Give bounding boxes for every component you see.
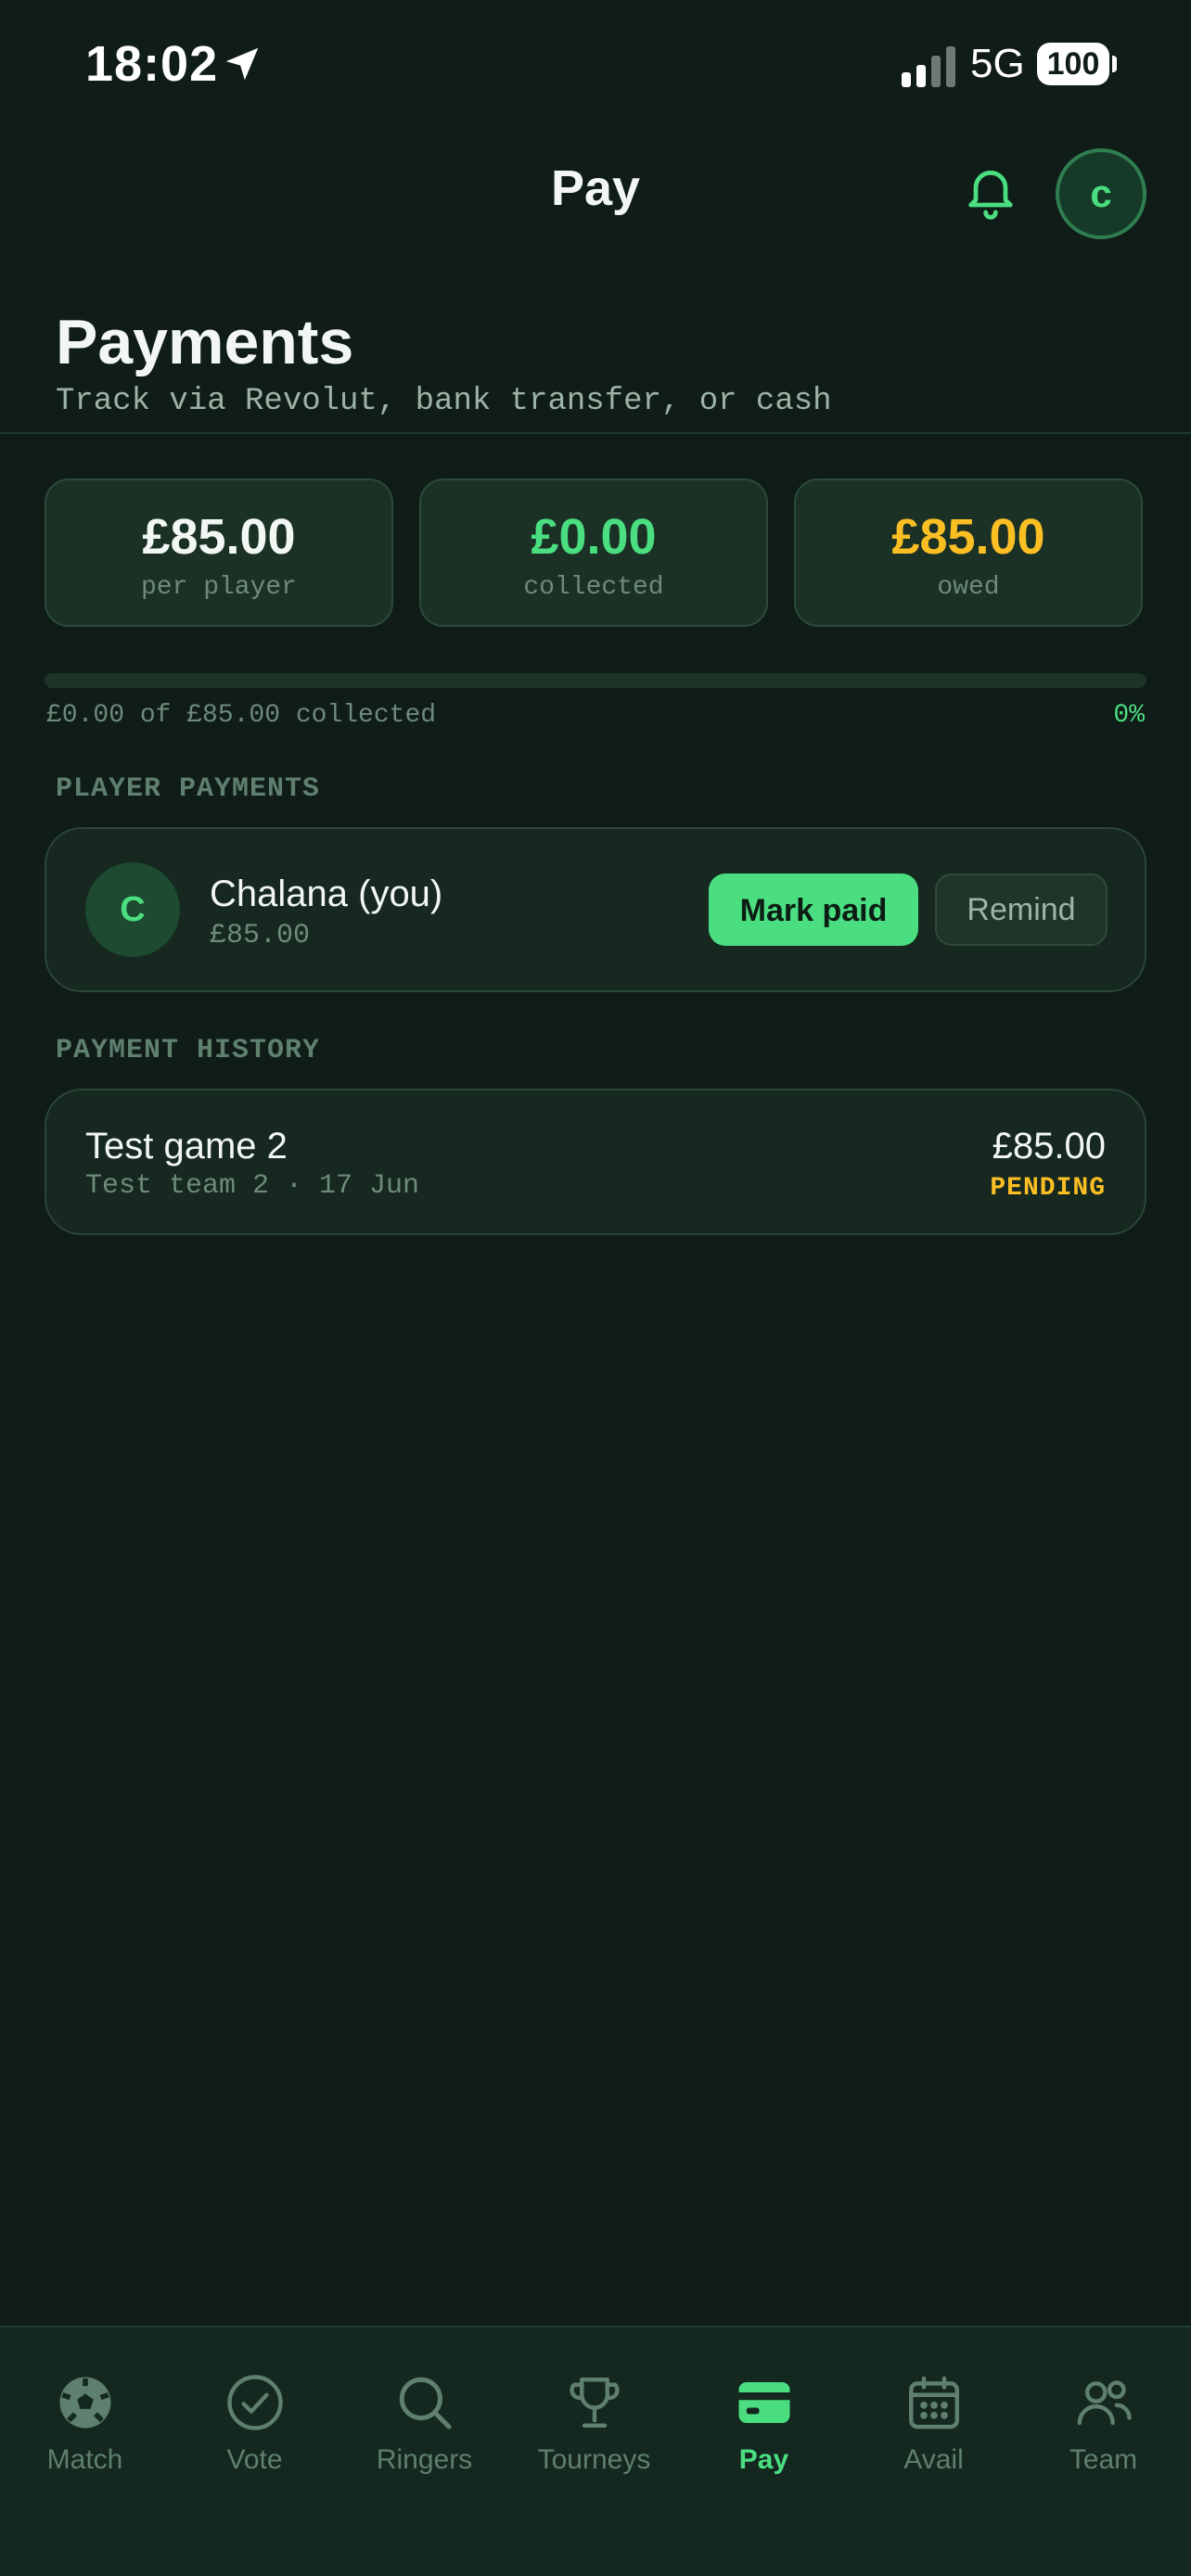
section-label-player-payments: PLAYER PAYMENTS xyxy=(56,773,321,805)
nav-label: Ringers xyxy=(376,2444,473,2475)
history-status-badge: PENDING xyxy=(990,1174,1106,1203)
stat-label: owed xyxy=(937,573,1000,602)
player-name: Chalana (you) xyxy=(210,874,443,914)
progress-text: £0.00 of £85.00 collected xyxy=(46,701,437,730)
stat-card-owed: £85.00 owed xyxy=(794,478,1143,627)
nav-label: Avail xyxy=(903,2444,964,2475)
history-title: Test game 2 xyxy=(85,1126,288,1167)
bottom-nav: Match Vote Ringers Tourneys Pay Avail Te… xyxy=(0,2326,1191,2576)
stat-card-collected: £0.00 collected xyxy=(419,478,768,627)
page-title: Payments xyxy=(56,307,354,377)
signal-icon xyxy=(902,46,955,87)
battery-nub xyxy=(1112,56,1117,72)
trophy-icon xyxy=(569,2378,620,2428)
history-subtitle: Test team 2 · 17 Jun xyxy=(85,1170,420,1202)
nav-label: Match xyxy=(46,2444,123,2475)
player-avatar: C xyxy=(85,862,180,957)
nav-item-match[interactable]: Match xyxy=(0,2372,170,2476)
nav-label: Team xyxy=(1069,2444,1138,2475)
stat-label: collected xyxy=(523,573,664,602)
credit-card-icon xyxy=(738,2382,789,2423)
stat-value: £85.00 xyxy=(142,509,296,565)
nav-item-avail[interactable]: Avail xyxy=(849,2372,1018,2476)
nav-item-pay[interactable]: Pay xyxy=(679,2372,849,2476)
stat-card-per-player: £85.00 per player xyxy=(45,478,393,627)
section-label-payment-history: PAYMENT HISTORY xyxy=(56,1035,321,1066)
network-label: 5G xyxy=(970,41,1025,86)
battery-indicator: 100 xyxy=(1037,43,1109,85)
nav-item-tourneys[interactable]: Tourneys xyxy=(509,2372,679,2476)
header-divider xyxy=(0,432,1191,434)
stat-value: £0.00 xyxy=(531,509,657,565)
collection-progress-bar xyxy=(45,673,1146,688)
search-icon xyxy=(399,2377,452,2429)
progress-percent: 0% xyxy=(1113,701,1145,730)
nav-label: Tourneys xyxy=(537,2444,651,2475)
mark-paid-button[interactable]: Mark paid xyxy=(709,874,918,946)
nav-label: Pay xyxy=(738,2444,789,2475)
player-amount: £85.00 xyxy=(210,920,311,951)
soccer-ball-icon xyxy=(59,2377,110,2429)
stat-label: per player xyxy=(140,573,298,602)
header-avatar[interactable]: c xyxy=(1056,148,1146,239)
users-icon xyxy=(1077,2380,1132,2426)
bell-icon[interactable] xyxy=(961,159,1020,221)
location-arrow-icon xyxy=(225,47,259,81)
player-payment-card: C Chalana (you) £85.00 Mark paid Remind xyxy=(45,827,1146,992)
check-circle-icon xyxy=(226,2375,283,2430)
nav-item-ringers[interactable]: Ringers xyxy=(339,2372,509,2476)
page-subtitle: Track via Revolut, bank transfer, or cas… xyxy=(56,384,832,419)
remind-button[interactable]: Remind xyxy=(935,874,1108,946)
nav-item-vote[interactable]: Vote xyxy=(170,2372,339,2476)
payment-history-item[interactable]: Test game 2 Test team 2 · 17 Jun £85.00 … xyxy=(45,1089,1146,1235)
history-amount: £85.00 xyxy=(992,1126,1106,1167)
nav-label: Vote xyxy=(226,2444,283,2475)
nav-item-team[interactable]: Team xyxy=(1018,2372,1188,2476)
calendar-icon xyxy=(908,2376,959,2429)
status-time: 18:02 xyxy=(85,36,219,92)
stat-value: £85.00 xyxy=(891,509,1045,565)
